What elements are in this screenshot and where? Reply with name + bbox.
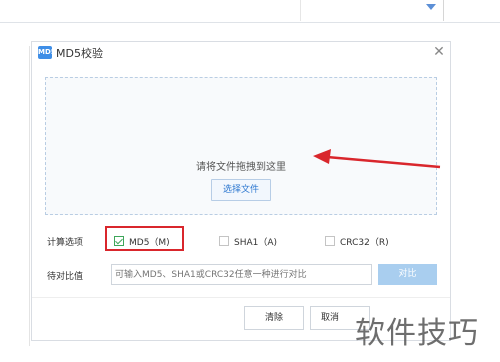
divider xyxy=(29,46,30,346)
annotation-highlight-box xyxy=(105,226,184,251)
crc32-option-label: CRC32（R) xyxy=(340,238,389,248)
sha1-checkbox[interactable] xyxy=(219,236,229,246)
md5-app-icon: MD5 xyxy=(38,46,56,59)
close-icon[interactable]: ✕ xyxy=(432,44,446,60)
app-icon-text: MD5 xyxy=(38,48,56,56)
divider xyxy=(443,0,444,21)
dialog-titlebar: MD5 MD5校验 ✕ xyxy=(32,42,450,64)
watermark: 软件技巧 xyxy=(355,316,479,351)
compare-value-label: 待对比值 xyxy=(47,272,84,282)
md5-check-dialog: MD5 MD5校验 ✕ 请将文件拖拽到这里 选择文件 计算选项 MD5（M) S… xyxy=(31,41,451,341)
background-toolbar xyxy=(0,0,500,23)
dialog-title: MD5校验 xyxy=(56,47,103,60)
choose-file-button[interactable]: 选择文件 xyxy=(211,179,271,201)
compare-button[interactable]: 对比 xyxy=(378,264,437,285)
compare-value-input[interactable] xyxy=(111,264,372,285)
sha1-option-label: SHA1（A) xyxy=(234,238,278,248)
divider xyxy=(32,297,450,298)
calc-options-label: 计算选项 xyxy=(47,238,84,248)
annotation-arrow-icon xyxy=(313,149,441,169)
background-dropdown[interactable] xyxy=(300,0,441,21)
chevron-down-icon[interactable] xyxy=(426,4,436,10)
crc32-checkbox[interactable] xyxy=(325,236,335,246)
clear-button[interactable]: 清除 xyxy=(244,306,304,330)
